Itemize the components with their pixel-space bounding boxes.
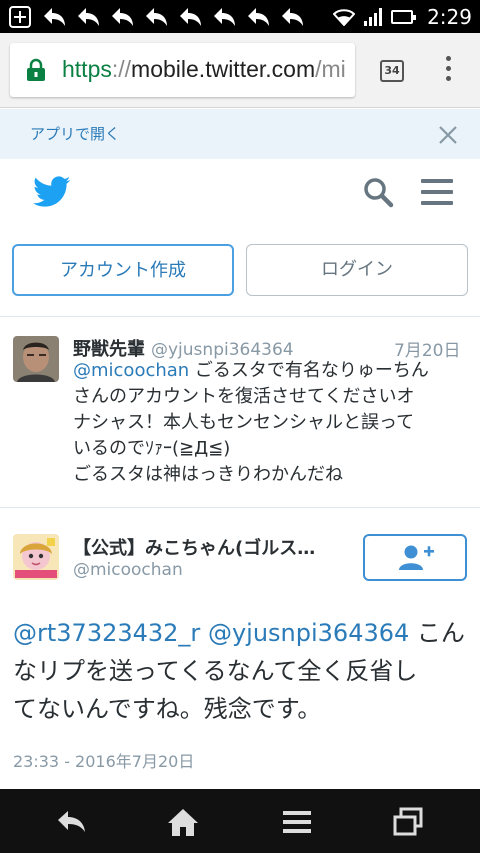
twitter-header	[0, 159, 480, 239]
recent-apps-icon[interactable]	[391, 807, 425, 837]
tweet-text-line: ごるスタは神はっきりわかんだね	[73, 464, 343, 485]
close-icon[interactable]	[436, 123, 460, 147]
avatar[interactable]	[13, 534, 59, 580]
url-path: /mi	[315, 56, 346, 82]
mention-link[interactable]: @yjusnpi364364	[208, 619, 409, 647]
tweet-text-line: いるのでｿｧｰ(≧Д≦)	[73, 438, 231, 459]
mention-link[interactable]: @rt37323432_r	[13, 619, 200, 647]
back-arrow-icon	[248, 8, 269, 26]
tweet-text-line: こん	[409, 619, 465, 647]
add-icon	[9, 6, 31, 28]
url-scheme: https	[62, 56, 112, 82]
add-user-icon	[399, 545, 434, 570]
tweet-text-line: ナシャス！本人もセンセンシャルと誤って	[73, 412, 415, 433]
tweet-text-line: てないんですね。残念です。	[13, 695, 322, 723]
home-icon[interactable]	[166, 807, 200, 837]
overflow-menu-icon[interactable]	[438, 56, 458, 86]
open-in-app-link[interactable]: アプリで開く	[30, 123, 120, 144]
avatar[interactable]	[13, 336, 59, 382]
menu-icon[interactable]	[421, 179, 453, 205]
twitter-bird-icon[interactable]	[33, 176, 71, 208]
author-handle: @yjusnpi364364	[151, 340, 294, 360]
mention-link[interactable]: @micoochan	[73, 360, 189, 381]
url-text: https://mobile.twitter.com/mi	[62, 56, 346, 83]
signal-icon	[364, 7, 383, 26]
battery-icon	[391, 9, 417, 24]
open-in-app-banner: アプリで開く	[0, 109, 480, 159]
tab-switcher-button[interactable]: 34	[380, 60, 404, 82]
tweet-text-line: なリプを送ってくるなんて全く反省し	[13, 657, 418, 685]
wifi-icon	[333, 8, 356, 26]
url-host: mobile.twitter.com	[131, 56, 316, 82]
tweet-timestamp[interactable]: 23:33 - 2016年7月20日	[13, 748, 194, 772]
follow-button[interactable]	[363, 534, 467, 581]
browser-toolbar: https://mobile.twitter.com/mi 34	[0, 33, 480, 108]
status-bar: 2:29	[0, 0, 480, 33]
url-separator: ://	[111, 56, 132, 82]
tweet-author-name[interactable]: 【公式】みこちゃん(ゴルス…	[73, 534, 315, 560]
tweet-text: @micoochan ごるスタで有名なりゅーちん さんのアカウントを復活させてく…	[73, 358, 473, 488]
author-name: 野獣先輩	[73, 339, 145, 360]
tweet-text-line: さんのアカウントを復活させてくださいオ	[73, 386, 415, 407]
lock-icon	[27, 58, 45, 81]
tweet-text-line: ごるスタで有名なりゅーちん	[189, 360, 429, 381]
back-arrow-icon	[214, 8, 235, 26]
login-button[interactable]: ログイン	[246, 244, 468, 296]
back-arrow-icon	[146, 8, 167, 26]
back-arrow-icon	[282, 8, 303, 26]
menu-icon[interactable]	[280, 807, 314, 837]
tweet-author-handle[interactable]: @micoochan	[73, 560, 183, 580]
tweet-card[interactable]: 野獣先輩 @yjusnpi364364 7月20日 @micoochan ごるスタ…	[0, 317, 480, 507]
back-arrow-icon	[44, 8, 65, 26]
back-arrow-icon	[180, 8, 201, 26]
search-icon[interactable]	[362, 176, 394, 208]
main-tweet-text: @rt37323432_r @yjusnpi364364 こん なリプを送ってく…	[13, 614, 473, 728]
back-arrow-icon	[112, 8, 133, 26]
back-arrow-icon	[78, 8, 99, 26]
back-icon[interactable]	[55, 807, 89, 837]
divider	[0, 507, 480, 508]
clock: 2:29	[427, 4, 472, 29]
url-bar[interactable]: https://mobile.twitter.com/mi	[10, 43, 355, 97]
navigation-bar	[0, 789, 480, 853]
signup-button[interactable]: アカウント作成	[12, 244, 234, 296]
